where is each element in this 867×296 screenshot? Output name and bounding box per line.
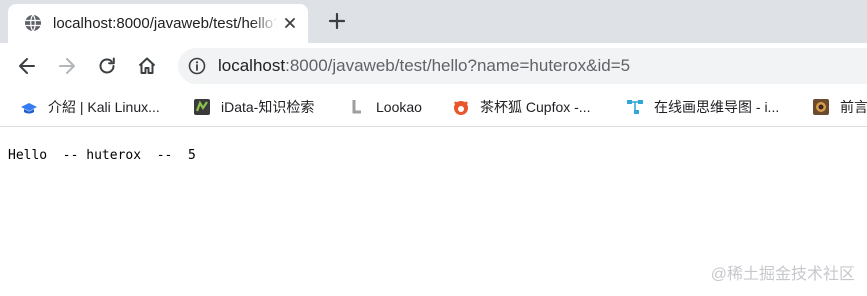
url-text: localhost:8000/javaweb/test/hello?name=h…: [218, 48, 630, 84]
bookmark-label: 前言: [840, 99, 867, 115]
bookmark-label: 在线画思维导图 - i...: [654, 99, 780, 115]
watermark: @稀土掘金技术社区: [710, 266, 855, 283]
tab-strip: localhost:8000/javaweb/test/hello?name=h…: [0, 0, 867, 43]
plus-icon[interactable]: [327, 11, 347, 31]
url-host: localhost: [218, 56, 286, 75]
lookao-icon: [352, 100, 361, 114]
bookmarks-bar: 介紹 | Kali Linux... iData-知识检索 Lookao 茶杯狐…: [0, 88, 867, 127]
kali-icon: [21, 103, 37, 114]
home-icon[interactable]: [136, 55, 158, 77]
arrow-left-icon[interactable]: [16, 55, 38, 77]
tab-title: localhost:8000/javaweb/test/hello?name=h…: [53, 15, 278, 32]
bookmark-label: 茶杯狐 Cupfox -...: [480, 99, 591, 115]
cupfox-icon: [454, 101, 468, 115]
arrow-right-icon[interactable]: [56, 55, 78, 77]
mindmap-icon: [627, 100, 643, 114]
response-text: Hello -- huterox -- 5: [8, 148, 196, 163]
idata-icon: [194, 99, 210, 115]
bookmark-label: iData-知识检索: [221, 99, 315, 115]
url-path: :8000/javaweb/test/hello?name=huterox&id…: [285, 56, 631, 75]
close-icon[interactable]: [282, 15, 298, 31]
page-content: Hello -- huterox -- 5 @稀土掘金技术社区: [0, 127, 867, 296]
image-icon: [813, 99, 829, 115]
bookmark-label: 介紹 | Kali Linux...: [48, 99, 160, 115]
active-tab[interactable]: localhost:8000/javaweb/test/hello?name=h…: [8, 4, 308, 43]
browser-toolbar: localhost:8000/javaweb/test/hello?name=h…: [0, 43, 867, 88]
reload-icon[interactable]: [96, 55, 118, 77]
address-bar[interactable]: localhost:8000/javaweb/test/hello?name=h…: [178, 48, 867, 84]
globe-icon: [25, 14, 41, 32]
info-icon[interactable]: [188, 57, 206, 75]
bookmark-label: Lookao: [376, 99, 422, 115]
